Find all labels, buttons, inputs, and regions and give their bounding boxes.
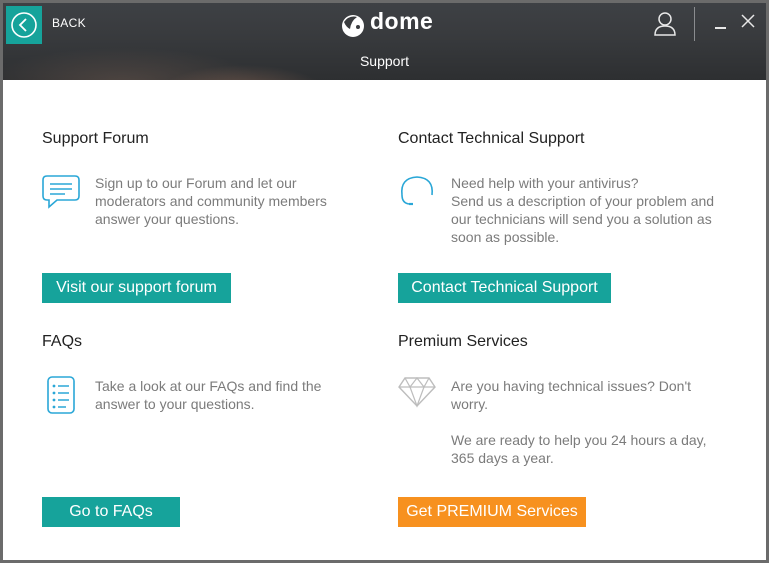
visit-support-forum-button[interactable]: Visit our support forum — [42, 273, 231, 303]
contact-support-desc-line1: Need help with your antivirus? — [451, 175, 639, 191]
premium-desc-line2: We are ready to help you 24 hours a day,… — [451, 432, 707, 466]
header-bar: BACK dome Support — [3, 3, 766, 80]
back-arrow-icon — [11, 12, 37, 38]
go-to-faqs-button[interactable]: Go to FAQs — [42, 497, 180, 527]
support-content: Support Forum Sign up to our Forum and l… — [3, 80, 766, 560]
user-icon — [654, 12, 676, 36]
contact-support-title: Contact Technical Support — [398, 130, 585, 147]
premium-services-title: Premium Services — [398, 333, 528, 350]
back-label[interactable]: BACK — [52, 16, 86, 30]
chat-bubble-icon — [42, 175, 80, 209]
close-button[interactable] — [741, 14, 755, 28]
close-icon — [741, 14, 755, 28]
get-premium-services-button[interactable]: Get PREMIUM Services — [398, 497, 586, 527]
user-account-button[interactable] — [653, 11, 677, 37]
headset-icon — [400, 176, 434, 206]
page-title: Support — [359, 53, 410, 69]
faqs-title: FAQs — [42, 333, 83, 350]
header-divider — [694, 7, 695, 41]
minimize-icon — [715, 27, 726, 29]
panda-logo-icon — [342, 15, 364, 37]
premium-services-description: Are you having technical issues? Don't w… — [451, 377, 721, 467]
faq-list-icon — [47, 376, 75, 414]
contact-support-description: Need help with your antivirus? Send us a… — [451, 174, 721, 246]
support-forum-description: Sign up to our Forum and let our moderat… — [95, 175, 327, 227]
faqs-description: Take a look at our FAQs and find the ans… — [95, 378, 322, 412]
diamond-icon — [398, 377, 436, 408]
app-window: BACK dome Support Support Forum Sign up … — [0, 0, 769, 563]
contact-support-desc-line2: Send us a description of your problem an… — [451, 193, 715, 245]
contact-technical-support-button[interactable]: Contact Technical Support — [398, 273, 611, 303]
minimize-button[interactable] — [714, 15, 728, 29]
back-button[interactable] — [6, 6, 42, 44]
support-forum-title: Support Forum — [42, 130, 149, 147]
logo-text: dome — [370, 8, 434, 34]
premium-desc-line1: Are you having technical issues? Don't w… — [451, 378, 692, 412]
